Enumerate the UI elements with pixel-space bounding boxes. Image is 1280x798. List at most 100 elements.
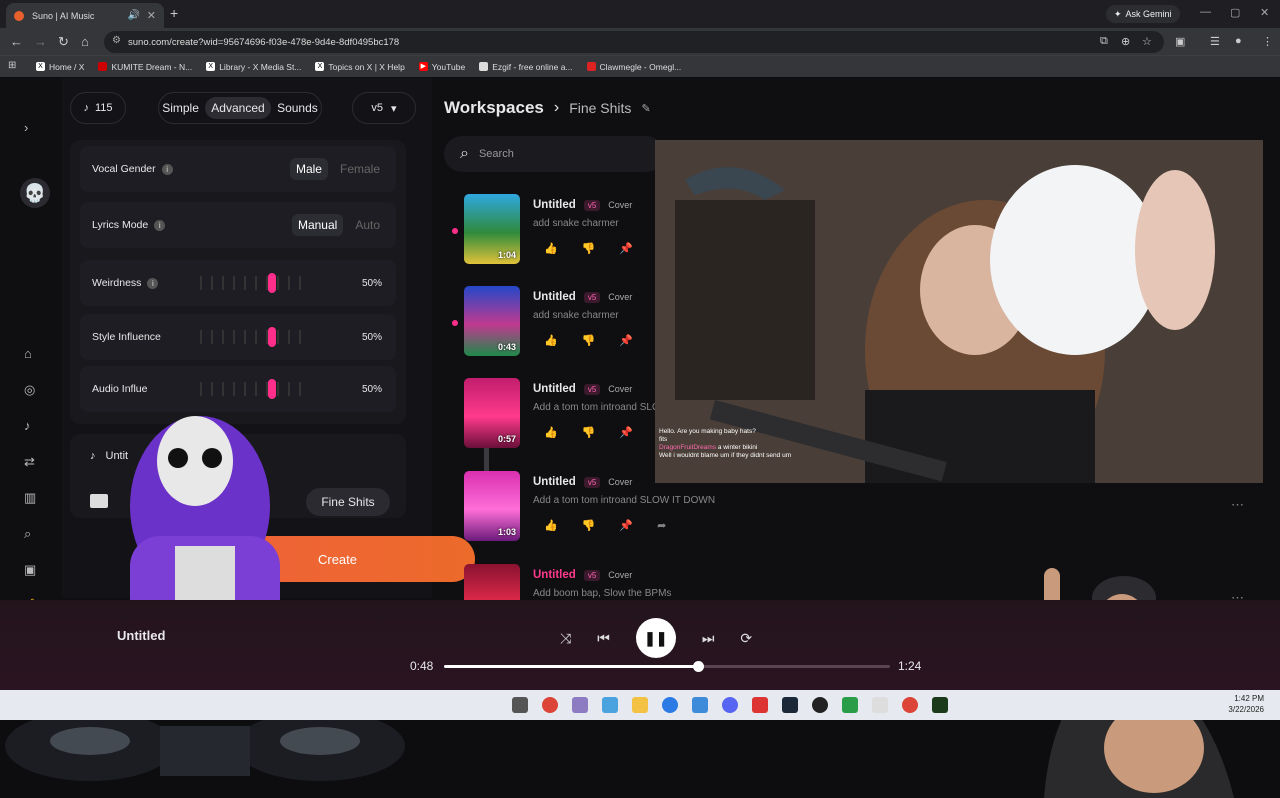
file-explorer-icon[interactable] <box>632 697 648 713</box>
close-window-icon[interactable]: ✕ <box>1260 6 1269 19</box>
previous-icon[interactable]: ⏮ <box>597 630 610 647</box>
like-icon[interactable]: 👍 <box>544 334 558 347</box>
workspaces-link[interactable]: Workspaces <box>444 98 544 118</box>
model-version-select[interactable]: v5 ▾ <box>352 92 416 124</box>
track-title[interactable]: Untitled <box>533 291 576 303</box>
more-options-icon[interactable]: ⋯ <box>1231 497 1244 513</box>
slider-knob[interactable] <box>268 327 276 347</box>
dislike-icon[interactable]: 👎 <box>582 426 596 439</box>
pin-icon[interactable]: 📌 <box>619 426 633 439</box>
bookmark-item[interactable]: X Library - X Media St... <box>206 62 301 72</box>
track-cover[interactable]: 0:57 <box>464 378 520 448</box>
menu-icon[interactable]: ⋮ <box>1262 35 1273 48</box>
info-icon[interactable]: i <box>161 163 173 175</box>
paint-icon[interactable] <box>872 697 888 713</box>
progress-bar[interactable] <box>444 661 890 672</box>
ask-gemini-button[interactable]: ✦ Ask Gemini <box>1106 5 1180 23</box>
like-icon[interactable]: 👍 <box>544 426 558 439</box>
bookmark-item[interactable]: Ezgif - free online a... <box>479 62 573 72</box>
track-row[interactable]: 1:03 Untitled v5 Cover Add a tom tom introan… <box>444 471 1264 557</box>
steam-icon[interactable] <box>782 697 798 713</box>
info-icon[interactable]: i <box>154 219 166 231</box>
style-influence-slider[interactable] <box>200 326 310 348</box>
profile-icon[interactable]: ● <box>1235 35 1242 47</box>
app-icon[interactable] <box>752 697 768 713</box>
track-title[interactable]: Untitled <box>533 383 576 395</box>
browser-tab[interactable]: Suno | AI Music 🔊 ✕ <box>6 3 164 28</box>
like-icon[interactable]: 👍 <box>544 519 558 532</box>
weirdness-slider[interactable] <box>200 272 310 294</box>
edit-pencil-icon[interactable]: ✎ <box>641 102 650 115</box>
mode-sounds[interactable]: Sounds <box>277 101 318 115</box>
user-avatar[interactable]: 💀 <box>20 178 50 208</box>
dislike-icon[interactable]: 👎 <box>582 519 596 532</box>
app-icon[interactable] <box>812 697 828 713</box>
search-input[interactable]: ⌕ Search <box>444 136 664 172</box>
forward-icon[interactable]: → <box>34 34 47 49</box>
pin-icon[interactable]: 📌 <box>619 519 633 532</box>
maximize-window-icon[interactable]: ▢ <box>1230 6 1240 19</box>
repeat-icon[interactable]: ⟳ <box>740 630 752 647</box>
pause-button[interactable]: ❚❚ <box>635 618 676 658</box>
dislike-icon[interactable]: 👎 <box>582 242 596 255</box>
slider-knob[interactable] <box>268 273 276 293</box>
minimize-window-icon[interactable]: — <box>1200 6 1211 18</box>
bookmark-item[interactable]: ▶ YouTube <box>418 62 465 72</box>
new-tab-button[interactable]: + <box>170 5 178 21</box>
reload-icon[interactable]: ↻ <box>58 34 69 50</box>
track-title[interactable]: Untitled <box>533 199 576 211</box>
credits-badge[interactable]: ♪ 115 <box>70 92 126 124</box>
bookmark-item[interactable]: KUMITE Dream - N... <box>98 62 192 72</box>
info-icon[interactable]: i <box>147 277 159 289</box>
mode-simple[interactable]: Simple <box>162 101 199 115</box>
male-option[interactable]: Male <box>289 158 328 180</box>
mode-advanced[interactable]: Advanced <box>205 97 271 119</box>
bookmark-item[interactable]: X Home / X <box>36 62 84 72</box>
pin-icon[interactable]: 📌 <box>619 242 633 255</box>
system-clock[interactable]: 1:42 PM 3/22/2026 <box>1228 693 1264 715</box>
tab-audio-icon[interactable]: 🔊 <box>128 10 140 21</box>
home-icon[interactable]: ⌂ <box>24 346 32 361</box>
address-bar[interactable]: ⚙ suno.com/create?wid=95674696-f03e-478e… <box>104 31 1164 53</box>
bookmark-star-icon[interactable]: ☆ <box>1142 35 1152 48</box>
expand-chevron-icon[interactable]: › <box>24 120 28 135</box>
zoom-icon[interactable]: ⊕ <box>1121 35 1130 48</box>
discord-icon[interactable] <box>722 697 738 713</box>
task-view-icon[interactable] <box>512 697 528 713</box>
copilot-icon[interactable] <box>572 697 588 713</box>
back-icon[interactable]: ← <box>10 34 23 49</box>
shuffle-icon[interactable]: ⤨ <box>560 630 571 647</box>
track-title[interactable]: Untitled <box>533 476 576 488</box>
share-icon[interactable]: ➦ <box>657 519 666 532</box>
track-cover[interactable]: 1:03 <box>464 471 520 541</box>
apps-grid-icon[interactable]: ⊞ <box>8 60 16 71</box>
female-option[interactable]: Female <box>334 158 386 180</box>
manual-option[interactable]: Manual <box>291 214 344 236</box>
photos-icon[interactable] <box>602 697 618 713</box>
terminal-icon[interactable] <box>932 697 948 713</box>
xbox-icon[interactable] <box>842 697 858 713</box>
track-cover[interactable]: 0:43 <box>464 286 520 356</box>
reading-list-icon[interactable]: ☰ <box>1210 35 1220 48</box>
bookmark-item[interactable]: Clawmegle - Omegl... <box>586 62 681 72</box>
split-view-icon[interactable]: ▣ <box>1175 35 1185 48</box>
install-icon[interactable]: ⧉ <box>1100 35 1108 48</box>
chrome-icon[interactable] <box>542 697 558 713</box>
pin-icon[interactable]: 📌 <box>619 334 633 347</box>
chrome-icon[interactable] <box>902 697 918 713</box>
dislike-icon[interactable]: 👎 <box>582 334 596 347</box>
track-cover[interactable]: 1:04 <box>464 194 520 264</box>
close-tab-icon[interactable]: ✕ <box>147 9 156 22</box>
workspace-name[interactable]: Fine Shits <box>569 100 631 116</box>
edge-icon[interactable] <box>662 697 678 713</box>
now-playing-title[interactable]: Untitled <box>117 628 165 643</box>
next-icon[interactable]: ⏭ <box>702 630 715 647</box>
track-title[interactable]: Untitled <box>533 569 576 581</box>
site-info-icon[interactable]: ⚙ <box>112 35 121 46</box>
auto-option[interactable]: Auto <box>349 214 386 236</box>
like-icon[interactable]: 👍 <box>544 242 558 255</box>
home-icon[interactable]: ⌂ <box>81 34 89 49</box>
progress-knob[interactable] <box>693 661 705 672</box>
bookmark-item[interactable]: X Topics on X | X Help <box>315 62 405 72</box>
mail-icon[interactable] <box>692 697 708 713</box>
